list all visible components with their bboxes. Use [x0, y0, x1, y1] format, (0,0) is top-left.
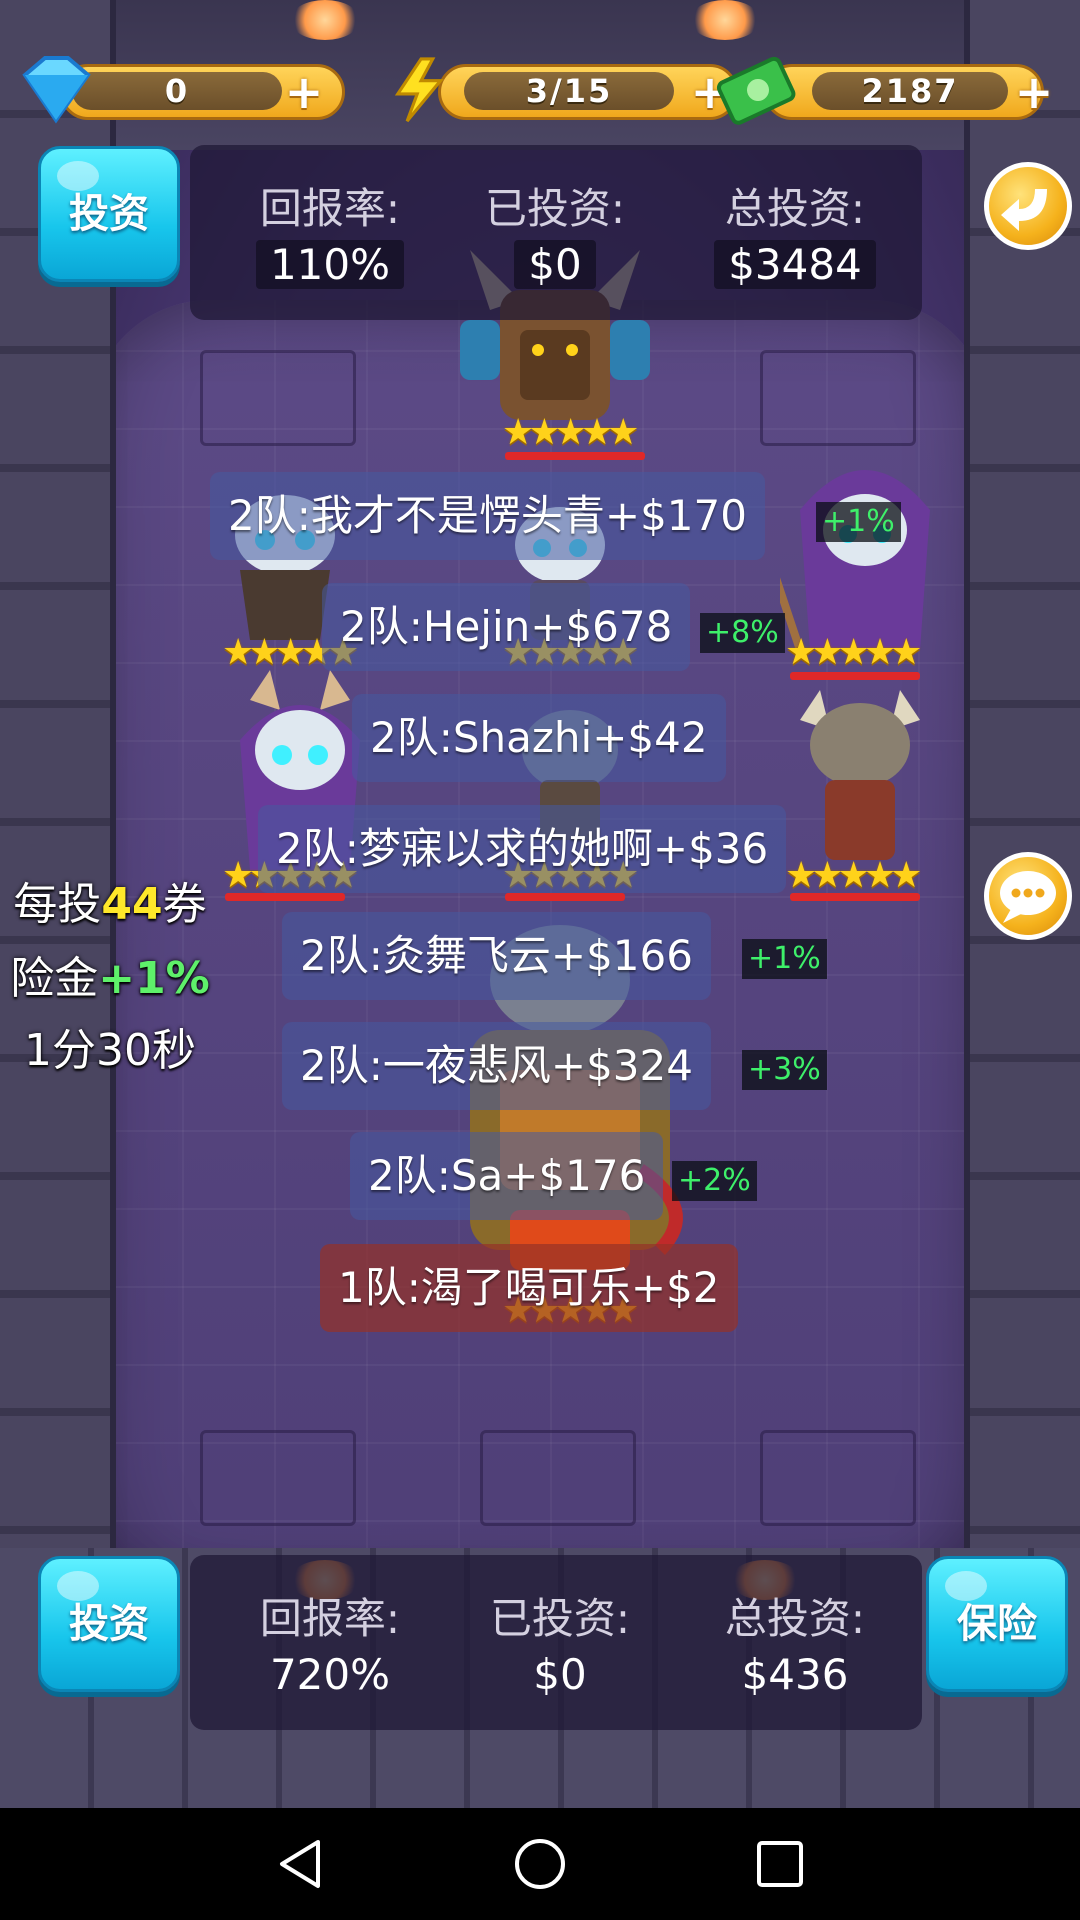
top-invest-panel: 回报率: 110% 已投资: $0 总投资: $3484 — [190, 145, 922, 320]
invest-button-bottom[interactable]: 投资 — [38, 1556, 180, 1692]
feed-message: 2队:我才不是愣头青+$170 — [210, 472, 765, 560]
lightning-icon — [394, 57, 444, 123]
back-triangle-icon[interactable] — [272, 1836, 328, 1892]
energy-counter: 3/15 + — [388, 57, 738, 123]
feed-message: 1队:渴了喝可乐+$2 — [320, 1244, 738, 1332]
return-rate-value: 720% — [269, 1650, 391, 1699]
chat-bubble-icon — [1000, 871, 1056, 923]
money-icon — [716, 56, 796, 125]
slot-tile — [760, 350, 916, 446]
total-invest-label: 总投资: — [724, 184, 866, 233]
hp-bar — [790, 893, 920, 901]
return-rate-label: 回报率: — [259, 184, 401, 233]
feed-bonus: +2% — [672, 1161, 757, 1201]
hero-stars: ★★★★★ — [502, 412, 639, 453]
recents-square-icon[interactable] — [752, 1836, 808, 1892]
hp-bar — [505, 452, 645, 460]
hero-stars: ★★★★★ — [785, 855, 922, 896]
invested-label: 已投资: — [489, 1594, 631, 1643]
invested-value: $0 — [533, 1650, 587, 1699]
feed-message: 2队:Sa+$176 — [350, 1132, 664, 1220]
countdown-timer: 1分30秒 — [24, 1025, 196, 1076]
slot-tile — [200, 1430, 356, 1526]
hp-bar — [225, 893, 345, 901]
cash-counter: 2187 + — [712, 56, 1053, 125]
feed-message: 2队:Hejin+$678 — [322, 583, 691, 671]
total-invest-value: $436 — [741, 1650, 849, 1699]
add-cash-button[interactable]: + — [1012, 69, 1056, 115]
invested-value: $0 — [514, 240, 596, 289]
feed-message: 2队:Shazhi+$42 — [352, 694, 726, 782]
feed-message: 2队:灸舞飞云+$166 — [282, 912, 711, 1000]
slot-tile — [480, 1430, 636, 1526]
gems-value: 0 — [72, 72, 282, 110]
return-arrow-icon — [1001, 189, 1047, 231]
invested-label: 已投资: — [484, 184, 626, 233]
feed-message: 2队:一夜悲风+$324 — [282, 1022, 711, 1110]
total-invest-label: 总投资: — [724, 1594, 866, 1643]
insurance-info: 险金+1% — [10, 953, 210, 1004]
back-button[interactable] — [984, 162, 1072, 250]
torch-glow — [290, 0, 360, 40]
hp-bar — [790, 672, 920, 680]
cash-value: 2187 — [812, 72, 1008, 110]
per-bet-info: 每投44券 — [13, 879, 207, 930]
return-rate-label: 回报率: — [259, 1594, 401, 1643]
lich-hero[interactable] — [766, 450, 950, 654]
hero-stars: ★★★★★ — [785, 632, 922, 673]
energy-value: 3/15 — [464, 72, 674, 110]
chat-button[interactable] — [984, 852, 1072, 940]
hp-bar — [505, 893, 625, 901]
viking-hero[interactable] — [790, 690, 930, 864]
home-circle-icon[interactable] — [512, 1836, 568, 1892]
slot-tile — [200, 350, 356, 446]
diamond-icon — [22, 56, 91, 124]
insurance-button[interactable]: 保险 — [926, 1556, 1068, 1692]
feed-bonus: +3% — [742, 1050, 827, 1090]
gems-counter: 0 + — [10, 56, 345, 124]
slot-tile — [760, 1430, 916, 1526]
feed-bonus: +1% — [742, 939, 827, 979]
add-gems-button[interactable]: + — [282, 69, 326, 115]
torch-glow — [690, 0, 760, 40]
system-navigation-bar — [0, 1808, 1080, 1920]
bottom-invest-panel: 回报率: 720% 已投资: $0 总投资: $436 — [190, 1555, 922, 1730]
feed-message: 2队:梦寐以求的她啊+$36 — [258, 805, 787, 893]
invest-button-top[interactable]: 投资 — [38, 146, 180, 282]
feed-bonus: +8% — [700, 613, 785, 653]
total-invest-value: $3484 — [714, 240, 876, 289]
return-rate-value: 110% — [255, 240, 405, 289]
feed-bonus: +1% — [816, 502, 901, 542]
